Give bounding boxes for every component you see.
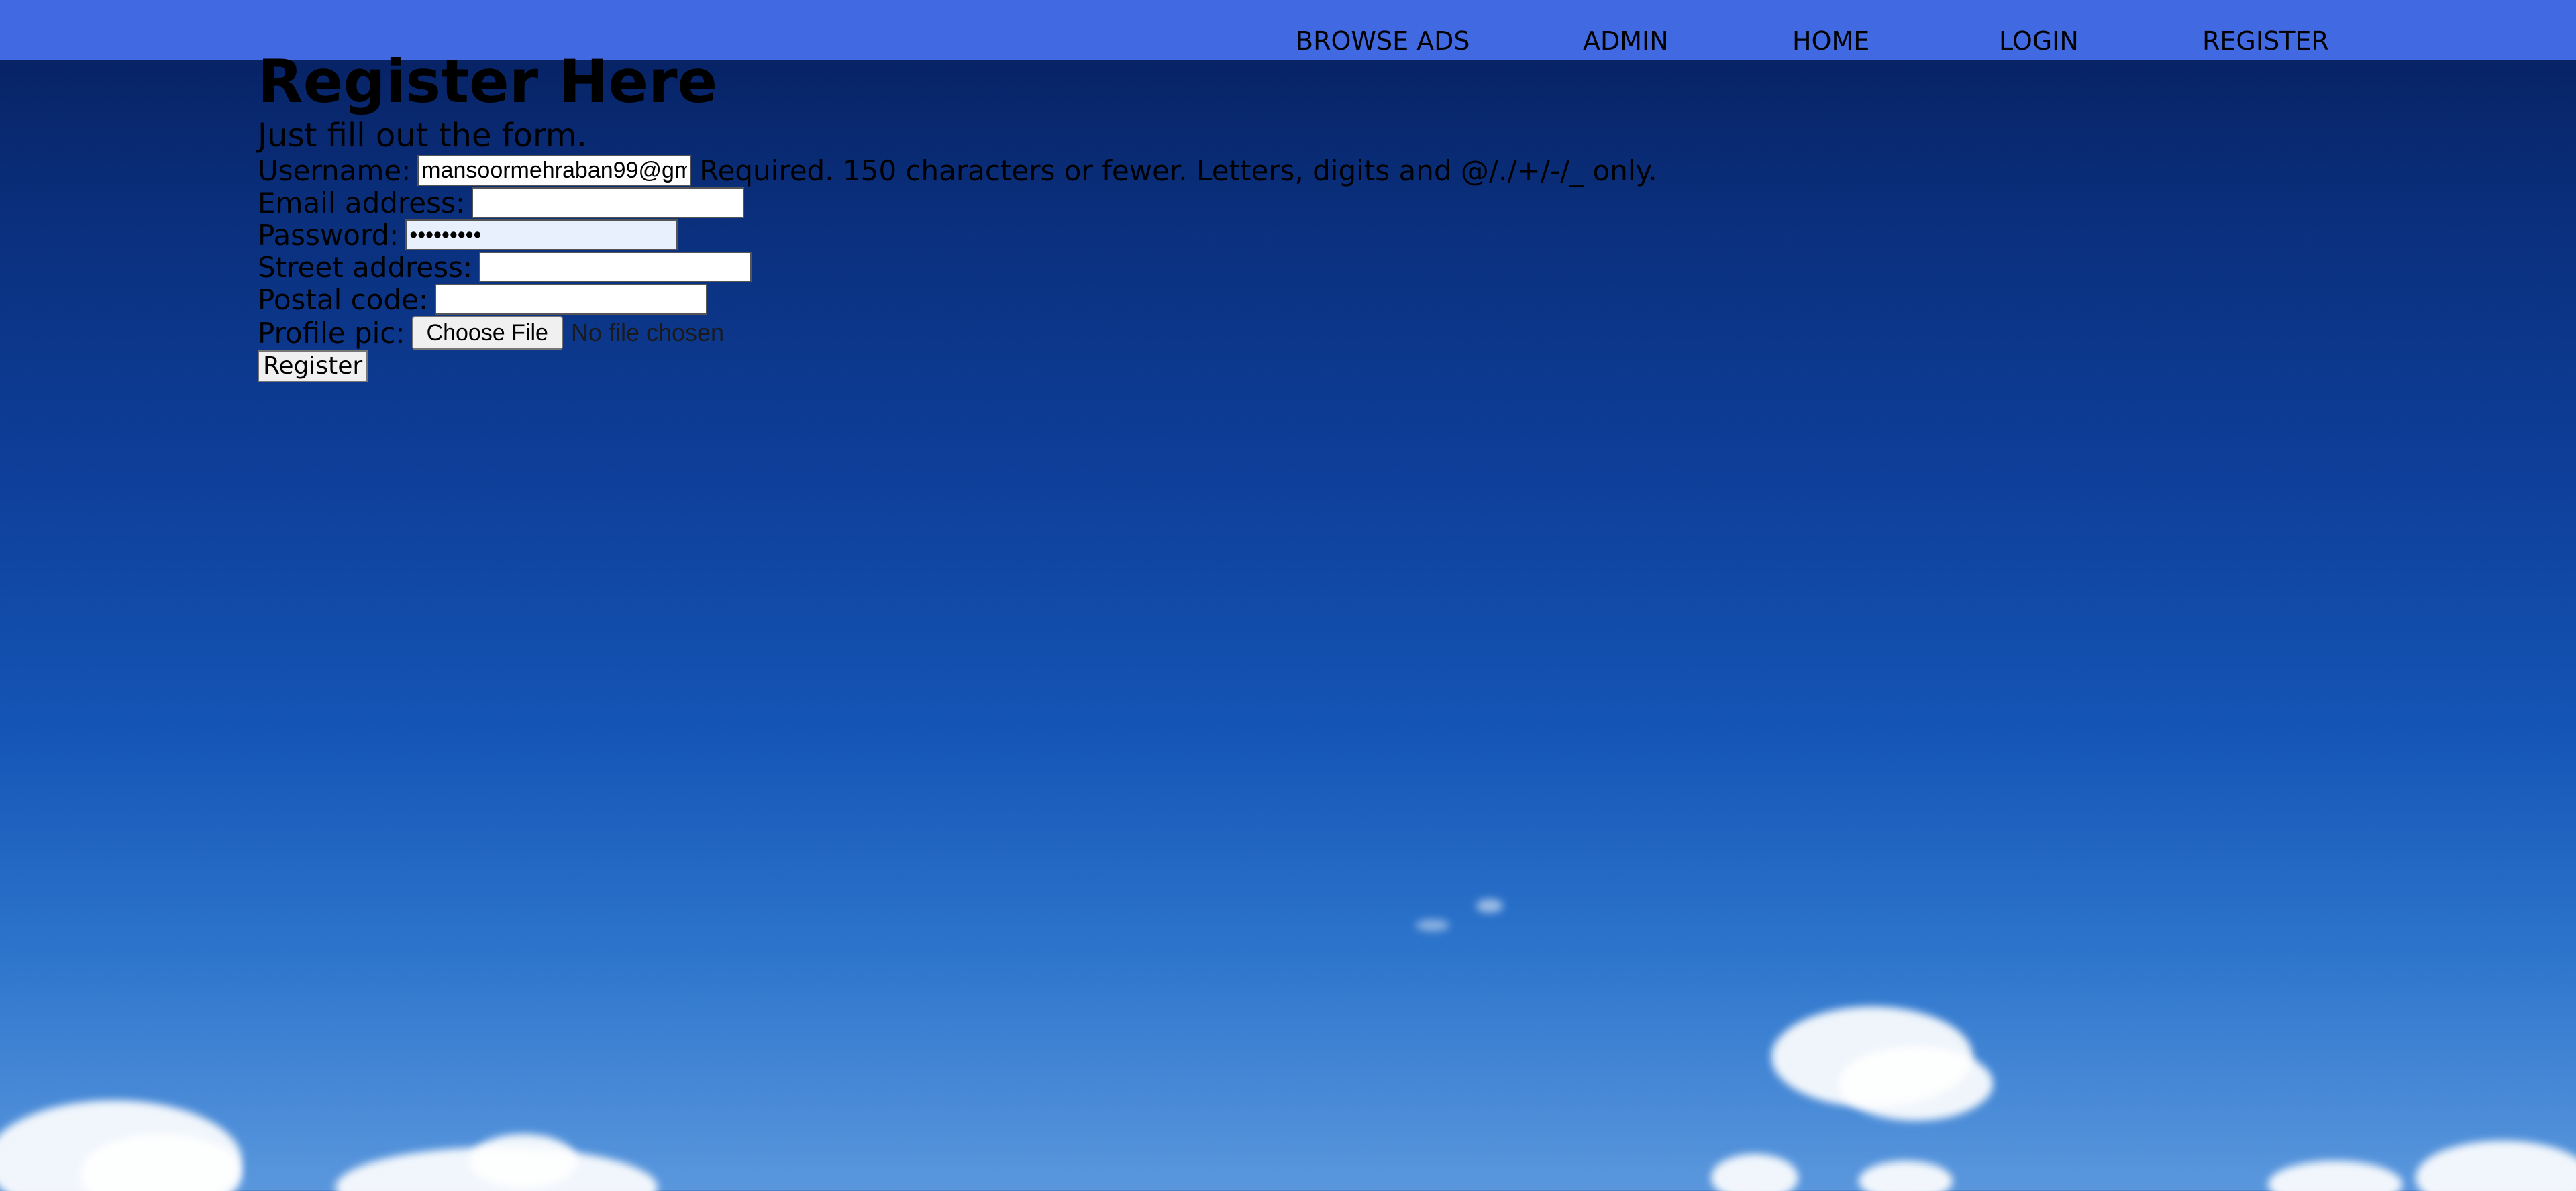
nav-admin[interactable]: ADMIN <box>1583 28 1669 54</box>
cloud <box>470 1134 577 1188</box>
file-status-text: No file chosen <box>570 319 725 346</box>
street-row: Street address: <box>258 250 752 284</box>
password-row: Password: <box>258 218 678 252</box>
cloud <box>1711 1154 1798 1191</box>
street-address-label: Street address: <box>258 250 473 284</box>
cloud <box>1476 899 1503 913</box>
email-label: Email address: <box>258 186 466 219</box>
email-row: Email address: <box>258 186 745 219</box>
username-label: Username: <box>258 154 411 187</box>
cloud <box>2268 1161 2402 1191</box>
cloud <box>2416 1141 2576 1191</box>
page-subtitle: Just fill out the form. <box>258 117 587 154</box>
postal-code-field[interactable] <box>435 284 708 315</box>
nav-register[interactable]: REGISTER <box>2202 28 2329 54</box>
username-helptext: Required. 150 characters or fewer. Lette… <box>699 154 1657 187</box>
choose-file-button[interactable]: Choose File <box>411 316 563 350</box>
profile-pic-label: Profile pic: <box>258 316 405 350</box>
nav-browse-ads[interactable]: BROWSE ADS <box>1296 28 1470 54</box>
password-field[interactable] <box>405 219 678 250</box>
username-row: Username: Required. 150 characters or fe… <box>258 154 1657 187</box>
cloud <box>1859 1161 1953 1191</box>
page-title: Register Here <box>258 47 718 116</box>
cloud <box>1839 1047 1993 1121</box>
postal-row: Postal code: <box>258 282 708 316</box>
cloud <box>1416 919 1449 931</box>
postal-code-label: Postal code: <box>258 282 429 316</box>
nav-login[interactable]: LOGIN <box>1999 28 2079 54</box>
email-field[interactable] <box>472 187 745 218</box>
register-button[interactable]: Register <box>258 350 368 382</box>
nav-home[interactable]: HOME <box>1792 28 1869 54</box>
profile-pic-row: Profile pic: Choose File No file chosen <box>258 316 725 350</box>
street-address-field[interactable] <box>479 252 752 282</box>
username-field[interactable] <box>417 155 692 186</box>
password-label: Password: <box>258 218 399 252</box>
